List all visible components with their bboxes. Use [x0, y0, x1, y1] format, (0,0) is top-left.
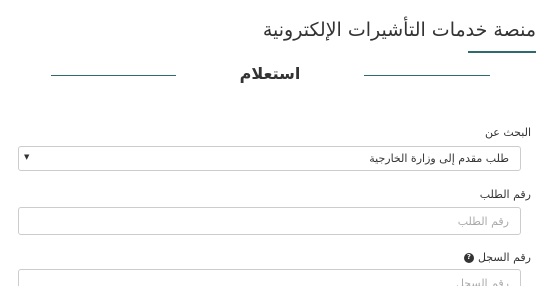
request-number-label: رقم الطلب [479, 188, 531, 201]
title-underline [468, 51, 536, 53]
heading-divider-right [364, 75, 490, 76]
search-by-select[interactable]: طلب مقدم إلى وزارة الخارجية ▼ [18, 146, 521, 171]
heading-divider-left [51, 75, 176, 76]
search-by-label: البحث عن [484, 126, 531, 139]
inquiry-page: منصة خدمات التأشيرات الإلكترونية استعلام… [0, 0, 550, 286]
section-heading-text: استعلام [239, 64, 301, 83]
caret-down-icon: ▼ [24, 153, 30, 161]
request-number-input[interactable] [18, 207, 521, 235]
platform-title: منصة خدمات التأشيرات الإلكترونية [262, 19, 536, 41]
question-circle-icon[interactable]: ? [463, 252, 474, 263]
record-number-input[interactable] [18, 269, 521, 286]
section-heading: استعلام [0, 64, 550, 86]
record-number-label-row: رقم السجل ? [463, 251, 531, 264]
search-by-selected-value: طلب مقدم إلى وزارة الخارجية [369, 152, 509, 165]
record-number-label: رقم السجل [477, 251, 531, 264]
